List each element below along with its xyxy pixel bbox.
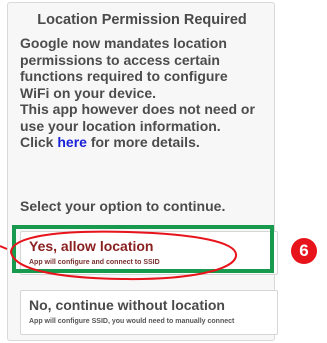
dialog-message: Google now mandates location permissions… (20, 35, 275, 151)
select-option-prompt: Select your option to continue. (20, 198, 226, 214)
click-suffix-text: for more details. (86, 134, 200, 150)
allow-location-label: Yes, allow location (29, 238, 154, 254)
more-details-link[interactable]: here (57, 134, 87, 150)
dialog-title: Location Permission Required (37, 12, 247, 28)
continue-without-location-description: App will configure SSID, you would need … (29, 318, 235, 325)
step-number-badge: 6 (291, 238, 317, 264)
continue-without-location-option[interactable]: No, continue without location App will c… (20, 290, 278, 335)
click-prefix-text: Click (20, 134, 58, 150)
message-line: Google now mandates location (20, 35, 227, 51)
screenshot-stage: Location Permission Required Google now … (0, 0, 327, 343)
red-pointer-tick (0, 245, 8, 250)
message-line: use your location information. (20, 117, 221, 134)
message-line: This app however does not need or (20, 101, 255, 117)
message-line: WiFi on your device. (20, 84, 157, 101)
location-permission-dialog: Location Permission Required Google now … (7, 2, 278, 341)
message-line: permissions to access certain (20, 51, 220, 68)
allow-location-description: App will configure and connect to SSID (29, 259, 160, 266)
allow-location-option[interactable]: Yes, allow location App will configure a… (20, 231, 278, 275)
continue-without-location-label: No, continue without location (29, 297, 225, 313)
message-line: functions required to configure (20, 68, 228, 84)
more-details-line: Click here for more details. (20, 134, 275, 151)
